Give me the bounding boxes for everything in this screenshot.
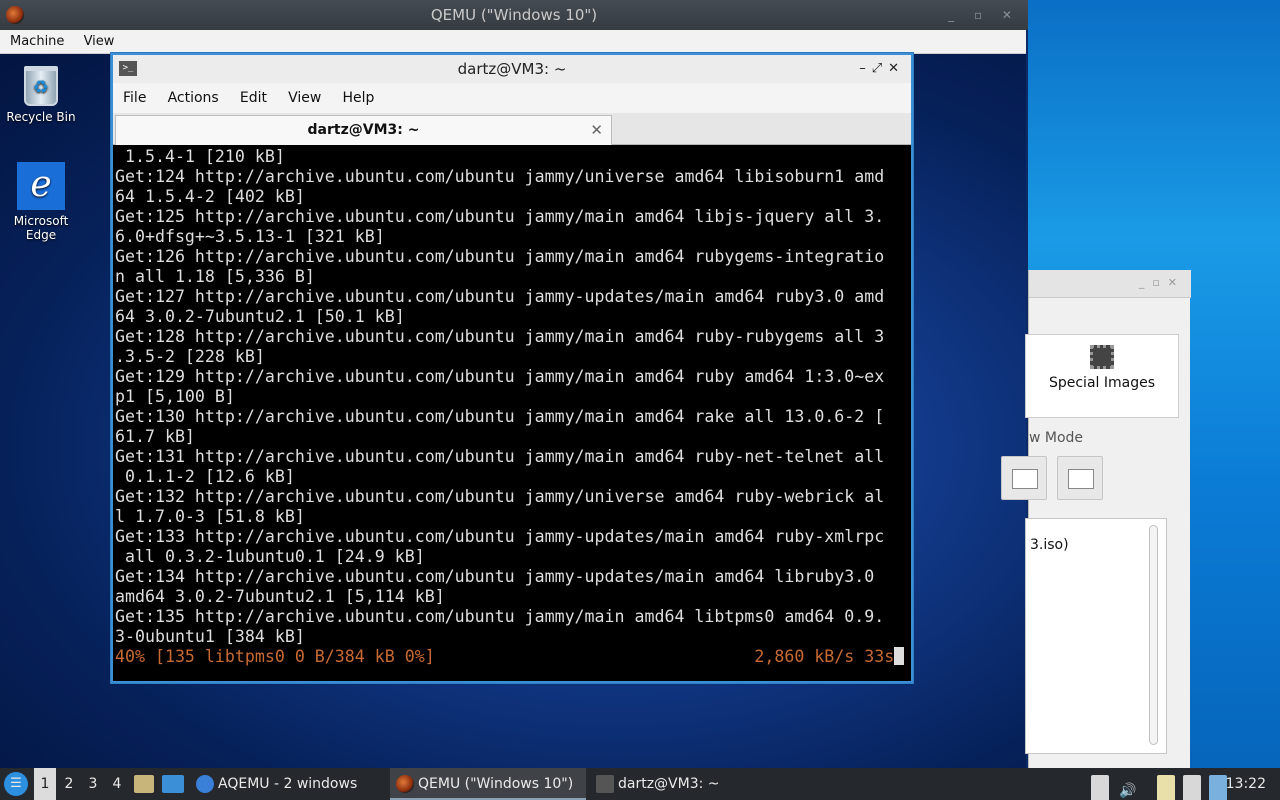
update-icon[interactable] [1209,775,1227,800]
menu-machine[interactable]: Machine [5,30,69,54]
terminal-line: Get:128 http://archive.ubuntu.com/ubuntu… [115,327,885,346]
view-mode-list-button[interactable] [1057,456,1103,500]
terminal-line: n all 1.18 [5,336 B] [115,267,315,286]
terminal-line: .3.5-2 [228 kB] [115,347,265,366]
terminal-line: Get:131 http://archive.ubuntu.com/ubuntu… [115,447,885,466]
terminal-line: all 0.3.2-1ubuntu0.1 [24.9 kB] [115,547,425,566]
terminal-line: Get:133 http://archive.ubuntu.com/ubuntu… [115,527,885,546]
volume-icon[interactable]: 🔊 [1119,775,1137,800]
task-terminal[interactable]: dartz@VM3: ~ [590,768,786,800]
clipboard-icon[interactable] [1157,775,1175,800]
terminal-window: >_ dartz@VM3: ~ –⤢✕ File Actions Edit Vi… [110,52,914,684]
workspace-2[interactable]: 2 [58,768,80,800]
terminal-tab[interactable]: dartz@VM3: ~ ✕ [115,115,612,145]
task-qemu-label: QEMU ("Windows 10") [418,776,574,792]
terminal-window-title: dartz@VM3: ~ [457,60,567,78]
terminal-titlebar[interactable]: >_ dartz@VM3: ~ –⤢✕ [113,55,911,83]
network-icon[interactable] [1183,775,1201,800]
menu-edit[interactable]: Edit [233,83,274,113]
scrollbar[interactable] [1149,525,1158,745]
terminal-line: 0.1.1-2 [12.6 kB] [115,467,295,486]
terminal-line: p1 [5,100 B] [115,387,235,406]
qemu-logo-icon [6,6,24,24]
view-mode-icons-button[interactable] [1001,456,1047,500]
tray-arrow-icon[interactable] [1091,775,1109,800]
terminal-line: Get:129 http://archive.ubuntu.com/ubuntu… [115,367,885,386]
terminal-progress-line: 40% [135 libtpms0 0 B/384 kB 0%] 2,860 k… [115,647,911,667]
chip-icon [1090,345,1114,369]
terminal-icon: >_ [119,61,137,76]
workspace-4[interactable]: 4 [106,768,128,800]
terminal-line: Get:127 http://archive.ubuntu.com/ubuntu… [115,287,885,306]
terminal-line: Get:124 http://archive.ubuntu.com/ubuntu… [115,167,885,186]
menu-file[interactable]: File [116,83,153,113]
apt-progress-text: 40% [135 libtpms0 0 B/384 kB 0%] 2,860 k… [115,647,895,666]
special-images-card[interactable]: Special Images [1025,334,1179,418]
qemu-menubar: Machine View [0,30,1026,54]
terminal-line: Get:126 http://archive.ubuntu.com/ubuntu… [115,247,885,266]
qemu-manager-window-buttons[interactable]: _▫✕ [1139,276,1185,289]
qemu-window-title: QEMU ("Windows 10") [430,6,598,24]
show-desktop-icon[interactable] [162,775,184,793]
task-qemu[interactable]: QEMU ("Windows 10") [390,768,586,800]
terminal-line: Get:135 http://archive.ubuntu.com/ubuntu… [115,607,885,626]
recycle-bin-label: Recycle Bin [6,110,76,124]
start-menu-icon[interactable]: ☰ [4,772,28,796]
terminal-tabbar: dartz@VM3: ~ ✕ [113,113,911,145]
special-images-label: Special Images [1048,375,1156,391]
terminal-line: amd64 3.0.2-7ubuntu2.1 [5,114 kB] [115,587,445,606]
workspace-3[interactable]: 3 [82,768,104,800]
menu-view[interactable]: View [281,83,328,113]
grid-view-icon [1012,469,1038,489]
terminal-line: 3-0ubuntu1 [384 kB] [115,627,305,646]
close-icon[interactable]: ✕ [590,116,603,144]
terminal-line: 64 1.5.4-2 [402 kB] [115,187,305,206]
terminal-line: 61.7 kB] [115,427,195,446]
terminal-line: 1.5.4-1 [210 kB] [115,147,285,166]
qemu-titlebar[interactable]: QEMU ("Windows 10") _ ▫ ✕ [0,0,1028,30]
terminal-line: Get:132 http://archive.ubuntu.com/ubuntu… [115,487,885,506]
task-aqemu-label: AQEMU - 2 windows [218,776,358,792]
list-item[interactable]: 3.iso) [1030,537,1069,553]
edge-label: Microsoft Edge [13,214,69,242]
terminal-window-buttons[interactable]: –⤢✕ [859,55,905,83]
terminal-line: Get:134 http://archive.ubuntu.com/ubuntu… [115,567,875,586]
qemu-window-buttons[interactable]: _ ▫ ✕ [948,0,1020,30]
terminal-icon [596,775,614,793]
clock[interactable]: 13:22 [1226,768,1266,800]
view-mode-label: w Mode [1029,430,1084,446]
file-manager-icon[interactable] [134,775,154,793]
aqemu-icon [196,775,214,793]
vm-device-list[interactable]: 3.iso) [1025,518,1167,754]
desktop-icon-recycle-bin[interactable]: ♻ Recycle Bin [4,66,78,124]
terminal-menubar: File Actions Edit View Help [113,83,911,113]
list-view-icon [1068,469,1094,489]
workspace-1[interactable]: 1 [34,768,56,800]
terminal-cursor [894,647,905,665]
edge-icon: e [17,162,65,210]
qemu-manager-titlebar[interactable]: _▫✕ [1029,270,1191,298]
task-terminal-label: dartz@VM3: ~ [618,776,720,792]
qemu-icon [396,775,414,793]
terminal-output[interactable]: 1.5.4-1 [210 kB] Get:124 http://archive.u… [113,145,911,681]
menu-help[interactable]: Help [336,83,382,113]
task-aqemu[interactable]: AQEMU - 2 windows [190,768,386,800]
terminal-tab-label: dartz@VM3: ~ [307,122,420,138]
menu-actions[interactable]: Actions [161,83,226,113]
terminal-line: Get:130 http://archive.ubuntu.com/ubuntu… [115,407,885,426]
menu-view[interactable]: View [79,30,120,54]
qemu-manager-window: _▫✕ Special Images w Mode 3.iso) [1001,270,1191,768]
terminal-line: l 1.7.0-3 [51.8 kB] [115,507,305,526]
recycle-bin-icon: ♻ [24,66,58,106]
terminal-line: 64 3.0.2-7ubuntu2.1 [50.1 kB] [115,307,405,326]
desktop-icon-edge[interactable]: e Microsoft Edge [4,162,78,242]
terminal-line: 6.0+dfsg+~3.5.13-1 [321 kB] [115,227,385,246]
terminal-line: Get:125 http://archive.ubuntu.com/ubuntu… [115,207,885,226]
taskbar: ☰ 1 2 3 4 AQEMU - 2 windows QEMU ("Windo… [0,768,1280,800]
